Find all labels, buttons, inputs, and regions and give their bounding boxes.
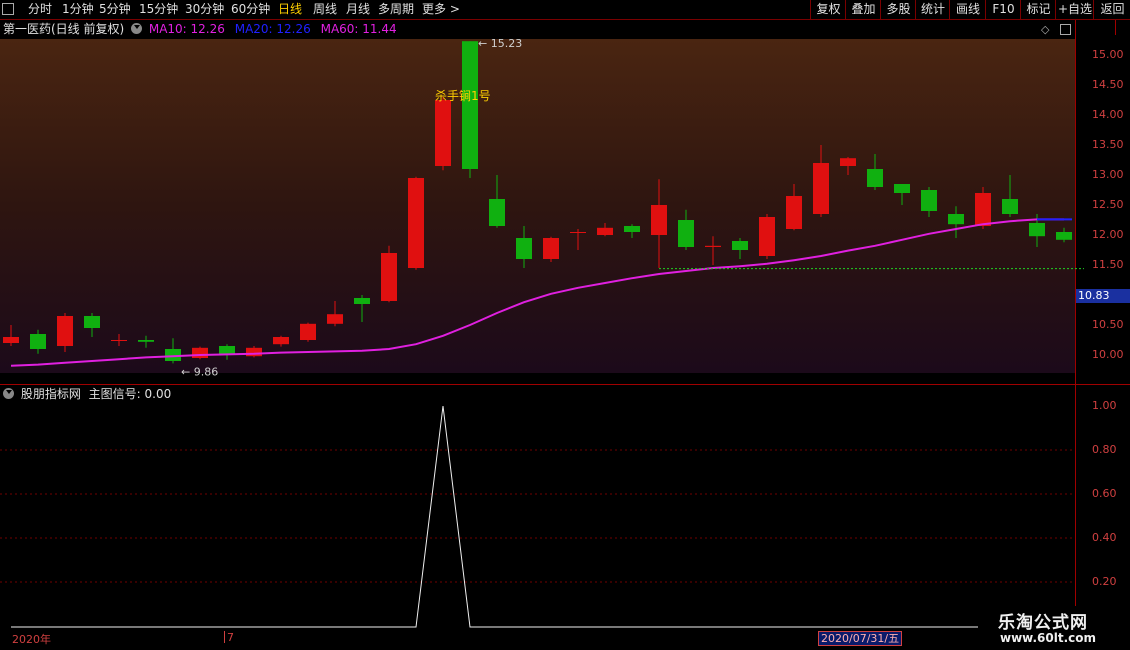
- candle-body: [3, 337, 19, 343]
- candle-body: [867, 169, 883, 187]
- watermark-url: www.60lt.com: [1000, 631, 1097, 645]
- candle-body: [246, 347, 262, 357]
- candle-body: [30, 334, 46, 349]
- signal-marker: 杀手锏1号: [435, 88, 491, 103]
- candle-body: [435, 100, 451, 166]
- candle-body: [84, 316, 100, 328]
- candle-body: [813, 163, 829, 214]
- candle-body: [192, 347, 208, 358]
- candle-body: [138, 340, 154, 342]
- candle-body: [1056, 232, 1072, 240]
- signal-line: [11, 405, 1064, 628]
- candle-body: [300, 323, 316, 340]
- candle-body: [651, 205, 667, 235]
- candle-body: [1002, 199, 1018, 214]
- candle-body: [1029, 223, 1045, 237]
- date-start: 2020年: [12, 633, 51, 646]
- candle-body: [786, 196, 802, 229]
- candle-body: [462, 41, 478, 170]
- candle-body: [597, 227, 613, 235]
- candle-body: [408, 178, 424, 268]
- candle-body: [678, 220, 694, 247]
- date-mid: 7: [227, 631, 234, 644]
- watermark-title: 乐淘公式网: [998, 613, 1088, 633]
- high-marker: ← 15.23: [478, 37, 522, 50]
- low-marker: ← 9.86: [181, 365, 218, 378]
- candle-body: [894, 184, 910, 193]
- candle-body: [759, 217, 775, 256]
- candle-body: [921, 190, 937, 211]
- candle-body: [570, 232, 586, 233]
- candle-body: [354, 298, 370, 304]
- candle-body: [327, 314, 343, 324]
- candle-body: [975, 193, 991, 226]
- candle-body: [111, 340, 127, 341]
- candle-body: [489, 199, 505, 226]
- candle-body: [732, 241, 748, 250]
- candle-body: [705, 245, 721, 247]
- candle-body: [948, 214, 964, 225]
- candle-body: [624, 226, 640, 232]
- date-bar: [0, 630, 1130, 650]
- cursor-date: 2020/07/31/五: [818, 631, 903, 646]
- candle-body: [516, 238, 532, 259]
- candle-body: [840, 158, 856, 166]
- ma60-line: [10, 218, 1064, 367]
- chart-canvas: ← 15.23 ← 9.86 杀手锏1号: [0, 37, 1084, 628]
- candle-body: [381, 253, 397, 301]
- candle-body: [273, 337, 289, 345]
- candle-body: [57, 316, 73, 346]
- date-tick: [224, 631, 225, 643]
- candle-body: [543, 238, 559, 259]
